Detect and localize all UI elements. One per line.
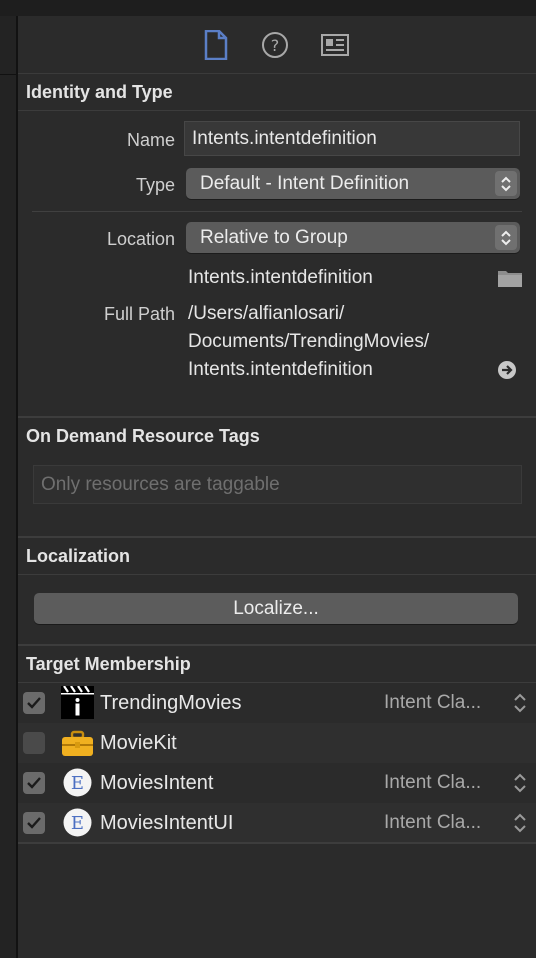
extension-icon: E: [63, 768, 92, 797]
target-row-moviesintentui[interactable]: E MoviesIntentUI Intent Cla...: [18, 803, 536, 843]
inspector-tab-bar: ?: [18, 16, 536, 74]
fullpath-line-2: Documents/TrendingMovies/: [188, 331, 430, 352]
stepper-arrows-icon[interactable]: [512, 693, 528, 713]
checkmark-icon: [27, 817, 41, 829]
file-inspector-icon: [204, 30, 228, 60]
target-checkbox[interactable]: [23, 732, 45, 754]
identity-section-header: Identity and Type: [18, 74, 536, 111]
file-inspector-tab[interactable]: [201, 30, 231, 60]
framework-toolbox-icon: [62, 730, 93, 756]
location-filename: Intents.intentdefinition: [188, 267, 373, 288]
window-top-strip: [0, 0, 536, 16]
stepper-arrows-icon[interactable]: [512, 773, 528, 793]
popup-arrows-icon: [495, 225, 517, 250]
fullpath-line-3: Intents.intentdefinition: [188, 359, 373, 380]
folder-icon: [498, 271, 522, 287]
target-membership-header: Target Membership: [18, 646, 536, 683]
target-type[interactable]: Intent Cla...: [384, 763, 504, 803]
identity-divider: [32, 211, 522, 212]
reveal-in-finder-button[interactable]: [497, 360, 517, 385]
file-inspector-panel: ? Identity and Type Name Intents.intentd…: [18, 16, 536, 958]
odr-section-header: On Demand Resource Tags: [26, 426, 260, 446]
reveal-folder-button[interactable]: [497, 268, 523, 293]
target-row-moviekit[interactable]: MovieKit: [18, 723, 536, 763]
name-label: Name: [126, 130, 175, 150]
type-label: Type: [135, 175, 175, 195]
location-popup-value: Relative to Group: [200, 227, 348, 248]
identity-inspector-icon: [321, 34, 349, 56]
target-row-moviesintent[interactable]: E MoviesIntent Intent Cla...: [18, 763, 536, 803]
identity-inspector-tab[interactable]: [320, 30, 350, 60]
location-label: Location: [106, 229, 175, 249]
svg-text:E: E: [71, 773, 84, 794]
section-divider: [18, 842, 536, 844]
arrow-right-circle-icon: [498, 361, 516, 379]
target-checkbox[interactable]: [23, 692, 45, 714]
target-name: MoviesIntent: [100, 772, 214, 794]
checkmark-icon: [27, 697, 41, 709]
fullpath-label: Full Path: [103, 304, 175, 324]
type-popup-value: Default - Intent Definition: [200, 173, 410, 194]
target-row-trendingmovies[interactable]: TrendingMovies Intent Cla...: [18, 683, 536, 723]
target-checkbox[interactable]: [23, 812, 45, 834]
localize-button[interactable]: Localize...: [34, 593, 518, 624]
svg-text:E: E: [71, 813, 84, 834]
app-target-icon: [61, 686, 94, 719]
quick-help-tab[interactable]: ?: [260, 30, 290, 60]
target-name: TrendingMovies: [100, 692, 242, 714]
popup-arrows-icon: [495, 171, 517, 196]
type-popup[interactable]: Default - Intent Definition: [186, 168, 520, 199]
target-name: MoviesIntentUI: [100, 812, 234, 834]
extension-icon: E: [63, 808, 92, 837]
target-checkbox[interactable]: [23, 772, 45, 794]
checkmark-icon: [27, 777, 41, 789]
target-name: MovieKit: [100, 732, 177, 754]
target-type[interactable]: Intent Cla...: [384, 803, 504, 843]
odr-tags-field: Only resources are taggable: [33, 465, 522, 504]
target-type[interactable]: Intent Cla...: [384, 683, 504, 723]
location-popup[interactable]: Relative to Group: [186, 222, 520, 253]
editor-gutter: [0, 16, 16, 958]
fullpath-line-1: /Users/alfianlosari/: [188, 303, 345, 324]
quick-help-icon: ?: [262, 32, 288, 58]
svg-text:?: ?: [271, 36, 280, 55]
localization-section-header: Localization: [18, 538, 536, 575]
name-field[interactable]: Intents.intentdefinition: [184, 121, 520, 156]
stepper-arrows-icon[interactable]: [512, 813, 528, 833]
